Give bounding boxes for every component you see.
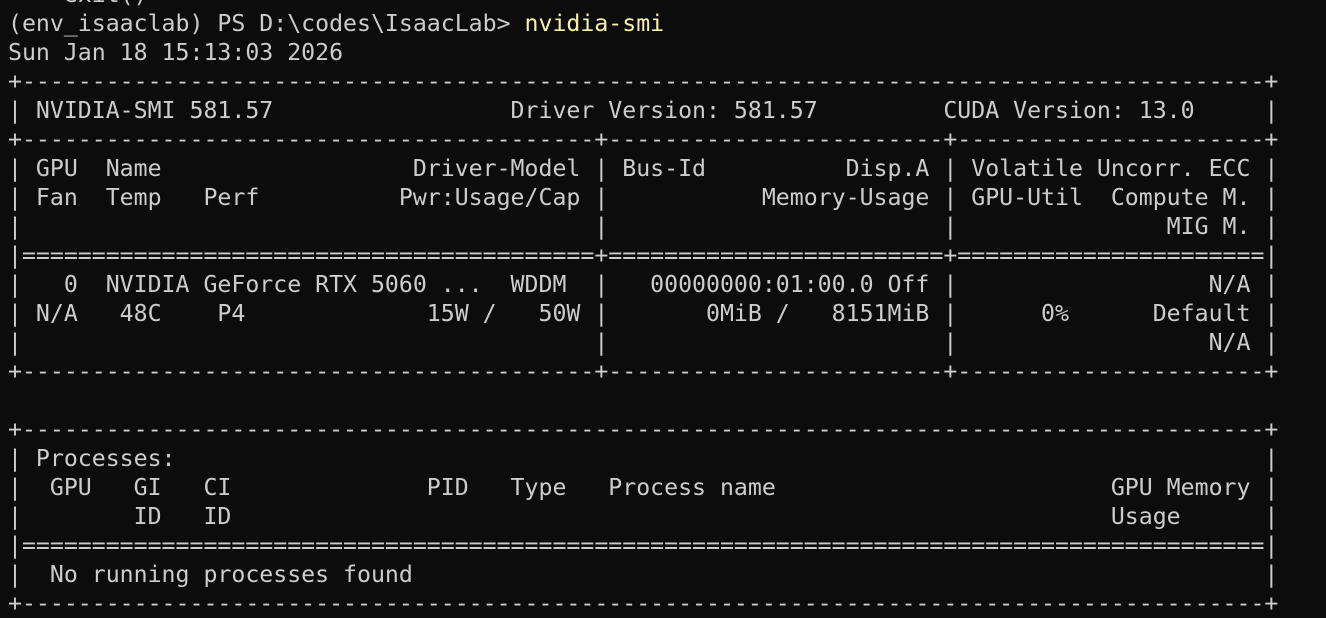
output-line: | NVIDIA-SMI 581.57 Driver Version: 581.…: [8, 97, 1279, 124]
output-line: | | | MIG M. |: [8, 213, 1279, 240]
output-line: +---------------------------------------…: [8, 68, 1279, 95]
datetime-line: Sun Jan 18 15:13:03 2026: [8, 39, 344, 66]
shell-prompt: (env_isaaclab) PS D:\codes\IsaacLab>: [8, 10, 525, 37]
terminal-window[interactable]: exit() (env_isaaclab) PS D:\codes\IsaacL…: [8, 0, 1326, 618]
output-line: +---------------------------------------…: [8, 358, 1279, 385]
output-line: | GPU Name Driver-Model | Bus-Id Disp.A …: [8, 155, 1279, 182]
output-line: |=======================================…: [8, 532, 1279, 559]
command-prompt-line: (env_isaaclab) PS D:\codes\IsaacLab> nvi…: [8, 9, 1326, 38]
output-line: | ID ID Usage |: [8, 503, 1279, 530]
output-line: | No running processes found |: [8, 561, 1279, 588]
output-line: | N/A 48C P4 15W / 50W | 0MiB / 8151MiB …: [8, 300, 1279, 327]
output-line: | GPU GI CI PID Type Process name GPU Me…: [8, 474, 1279, 501]
output-line: | | | N/A |: [8, 329, 1279, 356]
typed-command: nvidia-smi: [524, 10, 665, 37]
output-line: |=======================================…: [8, 242, 1279, 269]
nvidia-smi-output: +---------------------------------------…: [8, 67, 1326, 618]
output-line: | 0 NVIDIA GeForce RTX 5060 ... WDDM | 0…: [8, 271, 1279, 298]
output-line: +---------------------------------------…: [8, 416, 1279, 443]
previous-output-line: exit(): [8, 0, 1326, 9]
output-line: +---------------------------------------…: [8, 590, 1279, 617]
output-line: | Processes: |: [8, 445, 1279, 472]
output-line: +---------------------------------------…: [8, 126, 1279, 153]
output-line: | Fan Temp Perf Pwr:Usage/Cap | Memory-U…: [8, 184, 1279, 211]
